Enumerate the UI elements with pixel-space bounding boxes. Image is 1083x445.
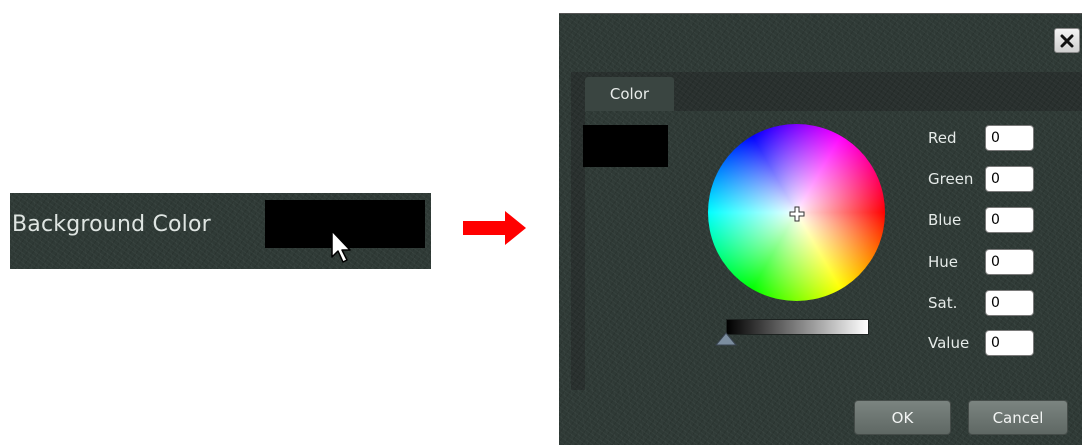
color-picker-dialog: Color Red Green Blue Hue Sat. (559, 13, 1082, 445)
field-row-saturation: Sat. (928, 290, 1038, 316)
ok-button-label: OK (891, 408, 914, 427)
saturation-input[interactable] (985, 290, 1034, 316)
ok-button[interactable]: OK (854, 400, 951, 435)
field-row-value: Value (928, 330, 1038, 356)
red-label: Red (928, 129, 957, 147)
value-label: Value (928, 334, 970, 352)
field-row-blue: Blue (928, 207, 1038, 233)
cancel-button-label: Cancel (992, 408, 1044, 427)
hue-label: Hue (928, 253, 959, 271)
stage: Background Color Color Red 0 Green 0 Blu… (0, 0, 1083, 445)
cancel-button[interactable]: Cancel (968, 400, 1068, 435)
background-color-swatch[interactable] (265, 200, 425, 248)
color-preview-swatch (583, 125, 668, 167)
green-input[interactable] (985, 166, 1034, 192)
field-row-red: Red (928, 125, 1038, 151)
blue-label: Blue (928, 211, 962, 229)
blue-input[interactable] (985, 207, 1034, 233)
tab-color-label: Color (609, 85, 650, 103)
tab-color[interactable]: Color (585, 77, 674, 111)
saturation-label: Sat. (928, 294, 958, 312)
close-button[interactable] (1054, 28, 1080, 53)
field-row-green: Green (928, 166, 1038, 192)
close-icon (1060, 34, 1074, 47)
slider-handle-icon[interactable] (715, 332, 737, 346)
value-slider-track[interactable] (726, 319, 869, 335)
red-input[interactable] (985, 125, 1034, 151)
hue-input[interactable] (985, 249, 1034, 275)
color-wheel[interactable] (708, 124, 885, 301)
green-label: Green (928, 170, 974, 188)
field-row-hue: Hue (928, 249, 1038, 275)
right-arrow-icon (463, 211, 526, 245)
background-color-label: Background Color (12, 212, 211, 237)
value-input[interactable] (985, 330, 1034, 356)
background-color-setting: Background Color (10, 193, 431, 269)
